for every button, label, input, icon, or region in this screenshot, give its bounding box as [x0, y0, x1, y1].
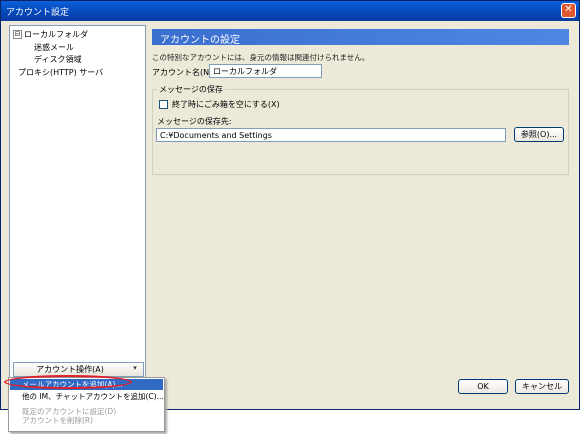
account-name-label: アカウント名(N):	[152, 68, 215, 77]
empty-trash-label: 終了時にごみ箱を空にする(X)	[172, 100, 280, 109]
menu-item-add-im-account[interactable]: 他の IM、チャットアカウントを追加(C)...	[10, 391, 164, 402]
tree-item-local-folders[interactable]: ⊟ ローカルフォルダ	[13, 29, 88, 40]
close-button[interactable]: ✕	[561, 3, 576, 18]
browse-button[interactable]: 参照(O)...	[514, 127, 564, 142]
panel-header: アカウントの設定	[152, 29, 569, 46]
panel-description: この特別なアカウントには、身元の情報は関連付けられません。	[152, 53, 370, 62]
window-title: アカウント設定	[6, 8, 70, 18]
collapse-icon[interactable]: ⊟	[13, 30, 22, 39]
close-icon: ✕	[564, 4, 573, 15]
cancel-button[interactable]: キャンセル	[515, 379, 569, 394]
tree-item-junk[interactable]: 迷惑メール	[34, 42, 74, 53]
account-tree: ⊟ ローカルフォルダ 迷惑メール ディスク領域 プロキシ(HTTP) サーバ	[9, 25, 146, 378]
account-settings-window: アカウント設定 ✕ ⊟ ローカルフォルダ 迷惑メール ディスク領域 プロキシ(HT…	[0, 0, 580, 410]
account-name-input[interactable]: ローカルフォルダ	[209, 64, 322, 78]
settings-panel: アカウントの設定 この特別なアカウントには、身元の情報は関連付けられません。 ア…	[152, 25, 572, 378]
message-storage-title: メッセージの保存	[157, 84, 225, 95]
dropdown-arrow-icon: ▾	[133, 364, 137, 372]
title-bar[interactable]: アカウント設定 ✕	[1, 1, 579, 21]
ok-button[interactable]: OK	[458, 379, 508, 394]
menu-item-set-default: 既定のアカウントに設定(D) アカウントを削除(R)	[22, 407, 117, 425]
tree-item-disk-space[interactable]: ディスク領域	[34, 54, 81, 65]
empty-trash-checkbox[interactable]	[159, 100, 168, 109]
highlight-oval	[4, 375, 132, 389]
message-store-path-input[interactable]: C:¥Documents and Settings	[156, 128, 506, 142]
tree-item-proxy[interactable]: プロキシ(HTTP) サーバ	[18, 67, 103, 78]
message-storage-group: メッセージの保存 終了時にごみ箱を空にする(X) メッセージの保存先: C:¥D…	[152, 84, 569, 175]
message-store-label: メッセージの保存先:	[157, 117, 232, 126]
